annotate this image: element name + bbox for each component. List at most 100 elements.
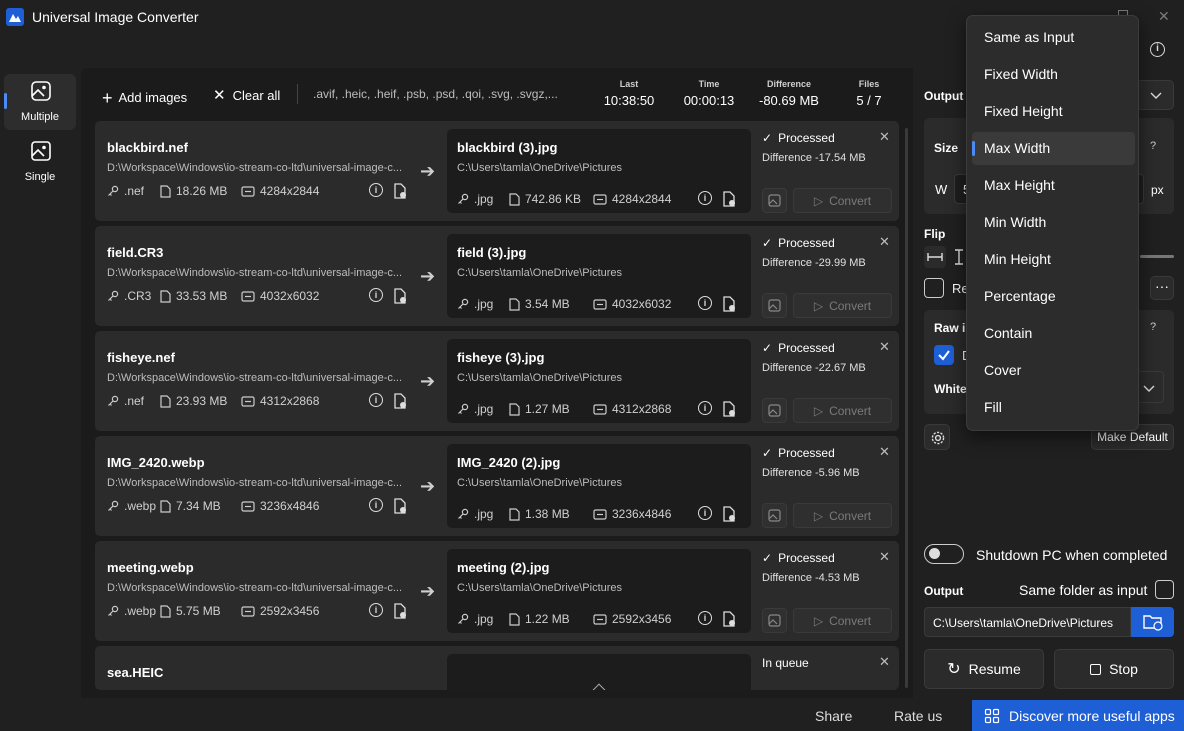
raw-help-icon[interactable]: ? <box>1150 321 1156 333</box>
dimensions-icon <box>593 508 607 520</box>
white-balance-select[interactable] <box>1136 371 1164 403</box>
raw-checkbox[interactable] <box>934 345 954 365</box>
dropdown-option[interactable]: Max Height <box>972 169 1135 202</box>
output-file-path: C:\Users\tamla\OneDrive\Pictures <box>457 582 623 594</box>
same-folder-label: Same folder as input <box>1019 582 1148 598</box>
difference-text: Difference -4.53 MB <box>762 572 860 584</box>
add-images-label: Add images <box>118 90 188 105</box>
resume-button[interactable]: ↻ Resume <box>924 649 1044 689</box>
remove-file-icon[interactable]: ✕ <box>879 129 890 145</box>
document-icon <box>160 289 171 303</box>
share-link[interactable]: Share <box>815 708 852 724</box>
input-size: 23.93 MB <box>160 394 227 408</box>
dropdown-option[interactable]: Min Height <box>972 243 1135 276</box>
output-pane: field (3).jpg C:\Users\tamla\OneDrive\Pi… <box>447 234 751 318</box>
stop-button[interactable]: Stop <box>1054 649 1174 689</box>
dropdown-option[interactable]: Percentage <box>972 280 1135 313</box>
scrollbar[interactable] <box>905 128 908 688</box>
shutdown-toggle[interactable] <box>924 544 964 564</box>
output-info-icon[interactable]: i <box>698 296 712 310</box>
dropdown-option[interactable]: Contain <box>972 317 1135 350</box>
input-file-name: field.CR3 <box>107 245 164 260</box>
input-file-name: fisheye.nef <box>107 350 175 365</box>
remove-file-icon[interactable]: ✕ <box>879 654 890 670</box>
dropdown-option[interactable]: Max Width <box>972 132 1135 165</box>
dropdown-option[interactable]: Cover <box>972 354 1135 387</box>
input-info-icon[interactable]: i <box>369 183 383 197</box>
convert-button[interactable]: ▷ Convert <box>793 188 892 213</box>
dropdown-option[interactable]: Fixed Width <box>972 58 1135 91</box>
settings-button[interactable] <box>924 424 950 450</box>
browse-folder-button[interactable] <box>1131 607 1174 637</box>
size-help-icon[interactable]: ? <box>1150 140 1156 152</box>
nav-active-indicator <box>4 93 7 109</box>
output-info-icon[interactable]: i <box>698 401 712 415</box>
convert-button[interactable]: ▷ Convert <box>793 503 892 528</box>
input-info-icon[interactable]: i <box>369 498 383 512</box>
difference-text: Difference -29.99 MB <box>762 257 866 269</box>
output-format-select[interactable] <box>1136 80 1174 110</box>
output-info-icon[interactable]: i <box>698 506 712 520</box>
open-output-file-icon[interactable] <box>722 296 736 312</box>
open-file-icon[interactable] <box>393 393 407 409</box>
input-ext: .CR3 <box>107 289 151 303</box>
nav-item-multiple[interactable]: Multiple <box>4 74 76 130</box>
dropdown-option[interactable]: Min Width <box>972 206 1135 239</box>
dimensions-icon <box>241 395 255 407</box>
same-folder-checkbox[interactable] <box>1155 580 1174 599</box>
preview-image-button[interactable] <box>762 293 787 318</box>
discover-apps-button[interactable]: Discover more useful apps <box>972 700 1184 731</box>
output-ext: .jpg <box>457 507 493 521</box>
input-info-icon[interactable]: i <box>369 603 383 617</box>
remove-file-icon[interactable]: ✕ <box>879 549 890 565</box>
close-window-icon[interactable]: ✕ <box>1158 8 1170 25</box>
add-images-button[interactable]: + Add images <box>102 86 188 108</box>
rate-us-link[interactable]: Rate us <box>894 708 942 724</box>
clear-all-button[interactable]: ✕ Clear all <box>213 86 280 104</box>
input-info-icon[interactable]: i <box>369 393 383 407</box>
dropdown-option[interactable]: Same as Input <box>972 21 1135 54</box>
open-output-file-icon[interactable] <box>722 611 736 627</box>
open-file-icon[interactable] <box>393 603 407 619</box>
input-file-name: IMG_2420.webp <box>107 455 205 470</box>
size-mode-dropdown: Same as Input Fixed Width Fixed Height Max … <box>966 15 1139 431</box>
remove-file-icon[interactable]: ✕ <box>879 234 890 250</box>
output-ext: .jpg <box>457 297 493 311</box>
resize-checkbox[interactable] <box>924 278 944 298</box>
gear-icon <box>931 431 945 445</box>
preview-image-button[interactable] <box>762 188 787 213</box>
stop-label: Stop <box>1109 661 1138 677</box>
input-ext: .webp <box>107 604 156 618</box>
convert-button[interactable]: ▷ Convert <box>793 398 892 423</box>
about-info-icon[interactable]: i <box>1150 42 1165 57</box>
output-dimensions: 4312x2868 <box>593 402 671 416</box>
open-file-icon[interactable] <box>393 288 407 304</box>
output-path-field[interactable]: C:\Users\tamla\OneDrive\Pictures <box>924 607 1131 637</box>
document-icon <box>160 184 171 198</box>
open-file-icon[interactable] <box>393 183 407 199</box>
open-output-file-icon[interactable] <box>722 191 736 207</box>
input-dimensions: 3236x4846 <box>241 499 319 513</box>
flip-horizontal-button[interactable] <box>924 246 946 268</box>
dropdown-option[interactable]: Fixed Height <box>972 95 1135 128</box>
open-output-file-icon[interactable] <box>722 401 736 417</box>
dropdown-option[interactable]: Fill <box>972 391 1135 424</box>
input-size: 18.26 MB <box>160 184 227 198</box>
slider-track[interactable] <box>1140 255 1174 258</box>
more-options-button[interactable]: ··· <box>1150 276 1174 300</box>
output-info-icon[interactable]: i <box>698 191 712 205</box>
open-file-icon[interactable] <box>393 498 407 514</box>
open-output-file-icon[interactable] <box>722 506 736 522</box>
convert-button[interactable]: ▷ Convert <box>793 608 892 633</box>
output-info-icon[interactable]: i <box>698 611 712 625</box>
convert-button[interactable]: ▷ Convert <box>793 293 892 318</box>
remove-file-icon[interactable]: ✕ <box>879 444 890 460</box>
status-text: In queue <box>762 656 809 670</box>
preview-image-button[interactable] <box>762 398 787 423</box>
preview-image-button[interactable] <box>762 608 787 633</box>
nav-item-single[interactable]: Single <box>4 134 76 190</box>
input-info-icon[interactable]: i <box>369 288 383 302</box>
discover-label: Discover more useful apps <box>1009 707 1175 724</box>
remove-file-icon[interactable]: ✕ <box>879 339 890 355</box>
preview-image-button[interactable] <box>762 503 787 528</box>
